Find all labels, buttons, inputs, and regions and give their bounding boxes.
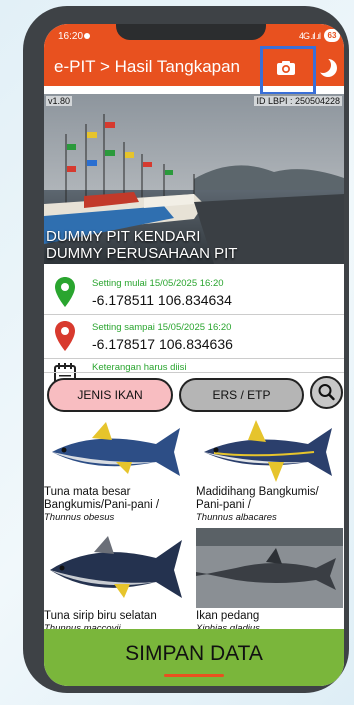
page-title: e-PIT > Hasil Tangkapan [54,57,241,76]
fish-image [196,528,343,608]
fish-scientific-name: Thunnus obesus [44,512,115,523]
search-button[interactable] [310,376,343,409]
notification-icon [84,33,90,39]
status-bar: 16:20 4G .ıl .ıl 63 [44,24,344,48]
battery-icon: 63 [324,29,340,42]
photo-location: DUMMY PIT KENDARI DUMMY PERUSAHAAN PIT [46,228,237,262]
setting-start-label: Setting mulai 15/05/2025 16:20 [92,278,224,289]
harbor-photo: v1.80 ID LBPI : 250504228 DUMMY PIT KEND… [44,94,344,264]
fish-name: Tuna sirip biru selatan [44,610,157,622]
camera-notch [116,24,266,40]
fish-image [196,420,343,484]
divider [44,372,344,373]
app-screen: 16:20 4G .ıl .ıl 63 e-PIT > Hasil Tangka… [44,24,344,686]
search-icon [318,384,335,401]
fish-name: Madidihang Bangkumis/ Pani-pani / [196,486,319,511]
tab-jenis-ikan[interactable]: JENIS IKAN [47,378,173,412]
fish-card-madidihang[interactable]: Madidihang Bangkumis/ Pani-pani / Thunnu… [196,420,343,523]
fish-card-tuna-sirip-biru[interactable]: Tuna sirip biru selatan Thunnus maccoyii [44,528,191,634]
lbpi-id: ID LBPI : 250504228 [254,96,342,106]
app-version: v1.80 [46,96,73,106]
location-company: DUMMY PERUSAHAAN PIT [46,245,238,262]
red-location-pin-icon [55,321,75,351]
home-indicator [164,674,224,677]
location-port: DUMMY PIT KENDARI [46,228,201,245]
fish-name: Tuna mata besar Bangkumis/Pani-pani / [44,486,160,511]
fish-scientific-name: Thunnus albacares [196,512,277,523]
green-location-pin-icon [55,277,75,307]
setting-end-label: Setting sampai 15/05/2025 16:20 [92,322,232,333]
save-data-button[interactable]: SIMPAN DATA [44,629,344,686]
camera-icon[interactable] [276,60,296,76]
setting-start[interactable]: Setting mulai 15/05/2025 16:20 -6.178511… [44,270,344,312]
fish-image [44,528,191,608]
status-time: 16:20 [58,31,84,42]
fish-image [44,420,191,484]
setting-start-coords: -6.178511 106.834634 [92,292,232,308]
fish-card-tuna-mata-besar[interactable]: Tuna mata besar Bangkumis/Pani-pani / Th… [44,420,191,523]
dark-mode-icon[interactable] [318,58,338,78]
fish-card-ikan-pedang[interactable]: Ikan pedang Xiphias gladius [196,528,343,634]
signal-icon: 4G .ıl .ıl [298,31,321,41]
setting-end[interactable]: Setting sampai 15/05/2025 16:20 -6.17851… [44,314,344,356]
fish-name: Ikan pedang [196,610,260,622]
tab-ers-etp[interactable]: ERS / ETP [179,378,304,412]
setting-end-coords: -6.178517 106.834636 [92,336,233,352]
